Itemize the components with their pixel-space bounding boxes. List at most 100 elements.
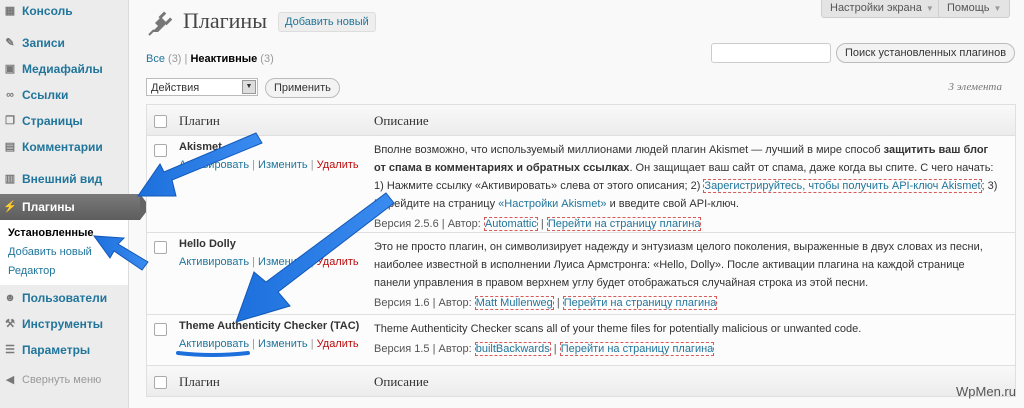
add-new-plugin-button[interactable]: Добавить новый	[278, 12, 376, 32]
sidebar-item-tools[interactable]: ⚒ Инструменты	[0, 311, 128, 337]
description-text: Theme Authenticity Checker scans all of …	[374, 323, 862, 335]
links-icon: ∞	[6, 89, 14, 101]
row-checkbox[interactable]	[154, 241, 167, 254]
bulk-actions-select[interactable]: Действия ▼	[146, 78, 258, 96]
plugin-version-line: Версия 1.6 | Автор: Matt Mullenweg | Пер…	[374, 296, 718, 310]
collapse-menu-label: Свернуть меню	[22, 374, 102, 386]
sidebar-item-label: Инструменты	[22, 317, 104, 331]
plugins-table: Плагин Описание Akismet Активировать | И…	[146, 104, 1016, 397]
description-text: Это не просто плагин, он символизирует н…	[374, 241, 983, 289]
edit-link[interactable]: Изменить	[258, 256, 308, 268]
plugin-actions: Активировать | Изменить | Удалить	[179, 338, 359, 350]
plugin-description: Это не просто плагин, он символизирует н…	[374, 238, 999, 312]
table-footer: Плагин Описание	[147, 366, 1015, 396]
sidebar-item-media[interactable]: ▣ Медиафайлы	[0, 56, 128, 82]
table-row: Hello Dolly Активировать | Изменить | Уд…	[147, 233, 1015, 315]
submenu-add-new[interactable]: Добавить новый	[0, 243, 128, 262]
author-link[interactable]: Automattic	[483, 217, 538, 231]
sidebar-item-label: Пользователи	[22, 291, 108, 305]
author-link[interactable]: Matt Mullenweg	[474, 296, 554, 310]
dashboard-icon: ▦	[4, 5, 16, 17]
submenu-installed[interactable]: Установленные	[0, 224, 128, 243]
filter-all[interactable]: Все	[146, 53, 165, 65]
screen-options-button[interactable]: Настройки экрана ▼	[821, 0, 943, 18]
appearance-icon: ▥	[4, 173, 16, 185]
delete-link[interactable]: Удалить	[317, 256, 359, 268]
edit-link[interactable]: Изменить	[258, 338, 308, 350]
activate-link[interactable]: Активировать	[179, 338, 249, 350]
plugin-actions: Активировать | Изменить | Удалить	[179, 256, 359, 268]
pages-icon: ❐	[5, 115, 15, 127]
sidebar-item-appearance[interactable]: ▥ Внешний вид	[0, 166, 128, 192]
plugin-plug-icon	[148, 11, 173, 36]
page-title: Плагины	[183, 8, 267, 33]
filter-inactive[interactable]: Неактивные	[190, 53, 257, 65]
delete-link[interactable]: Удалить	[317, 338, 359, 350]
help-label: Помощь	[947, 2, 990, 14]
sidebar-item-label: Медиафайлы	[22, 62, 103, 76]
sidebar-item-label: Внешний вид	[22, 172, 103, 186]
chevron-down-icon: ▼	[925, 4, 934, 13]
sidebar-item-console[interactable]: ▦ Консоль	[0, 0, 128, 24]
sidebar-item-label: Страницы	[22, 114, 83, 128]
plugin-version: Версия 2.5.6	[374, 218, 439, 230]
plugin-description: Вполне возможно, что используемый миллио…	[374, 141, 999, 233]
bulk-actions-value: Действия	[151, 82, 200, 94]
plugin-site-link[interactable]: Перейти на страницу плагина	[559, 342, 715, 356]
sidebar-item-links[interactable]: ∞ Ссылки	[0, 82, 128, 108]
activate-link[interactable]: Активировать	[179, 256, 249, 268]
table-row: Theme Authenticity Checker (TAC) Активир…	[147, 315, 1015, 366]
plugin-site-link[interactable]: Перейти на страницу плагина	[546, 217, 702, 231]
akismet-settings-link[interactable]: «Настройки Akismet»	[498, 198, 606, 210]
edit-link[interactable]: Изменить	[258, 159, 308, 171]
sidebar-item-comments[interactable]: ▤ Комментарии	[0, 134, 128, 160]
table-header: Плагин Описание	[147, 105, 1015, 136]
plugins-submenu: Установленные Добавить новый Редактор	[0, 220, 128, 285]
author-label: Автор:	[438, 297, 472, 309]
author-link[interactable]: builtBackwards	[474, 342, 551, 356]
plugin-actions: Активировать | Изменить | Удалить	[179, 159, 359, 171]
filter-all-count: (3)	[168, 53, 182, 65]
chevron-down-icon: ▼	[993, 4, 1002, 13]
column-description-header: Описание	[374, 113, 429, 128]
sidebar-item-users[interactable]: ☻ Пользователи	[0, 285, 128, 311]
collapse-menu-button[interactable]: ◀ Свернуть меню	[0, 367, 128, 393]
watermark: WpMen.ru	[956, 384, 1016, 399]
pin-icon: ✎	[5, 37, 15, 49]
submenu-editor[interactable]: Редактор	[0, 262, 128, 281]
plugin-version-line: Версия 2.5.6 | Автор: Automattic | Перей…	[374, 217, 702, 231]
users-icon: ☻	[4, 292, 16, 304]
collapse-icon: ◀	[5, 374, 15, 386]
comments-icon: ▤	[4, 141, 16, 153]
row-checkbox[interactable]	[154, 323, 167, 336]
screen-options-label: Настройки экрана	[830, 2, 922, 14]
sidebar-item-pages[interactable]: ❐ Страницы	[0, 108, 128, 134]
select-all-checkbox[interactable]	[154, 115, 167, 128]
sidebar-item-label: Консоль	[22, 4, 73, 18]
row-checkbox[interactable]	[154, 144, 167, 157]
sidebar-item-posts[interactable]: ✎ Записи	[0, 30, 128, 56]
apply-button[interactable]: Применить	[265, 78, 340, 98]
plugin-name: Hello Dolly	[179, 238, 236, 250]
plugin-version: Версия 1.5	[374, 343, 430, 355]
sidebar-item-label: Комментарии	[22, 140, 103, 154]
register-api-key-link[interactable]: Зарегистрируйтесь, чтобы получить API-кл…	[703, 179, 982, 193]
activate-link[interactable]: Активировать	[179, 159, 249, 171]
search-input[interactable]	[711, 43, 831, 63]
select-all-checkbox[interactable]	[154, 376, 167, 389]
plugin-status-filters: Все (3) | Неактивные (3)	[146, 53, 274, 65]
help-button[interactable]: Помощь ▼	[938, 0, 1011, 18]
author-label: Автор:	[438, 343, 472, 355]
plugin-site-link[interactable]: Перейти на страницу плагина	[562, 296, 718, 310]
plugin-version-line: Версия 1.5 | Автор: builtBackwards | Пер…	[374, 342, 715, 356]
sidebar-item-plugins[interactable]: ⚡ Плагины	[0, 194, 150, 220]
delete-link[interactable]: Удалить	[317, 159, 359, 171]
sidebar-item-settings[interactable]: ☰ Параметры	[0, 337, 128, 363]
sidebar-item-label: Плагины	[22, 200, 75, 214]
column-plugin-footer: Плагин	[179, 374, 220, 389]
table-row: Akismet Активировать | Изменить | Удалит…	[147, 136, 1015, 233]
author-label: Автор:	[447, 218, 481, 230]
search-plugins-button[interactable]: Поиск установленных плагинов	[836, 43, 1016, 63]
plugin-name: Akismet	[179, 141, 222, 153]
sidebar-item-label: Параметры	[22, 343, 91, 357]
